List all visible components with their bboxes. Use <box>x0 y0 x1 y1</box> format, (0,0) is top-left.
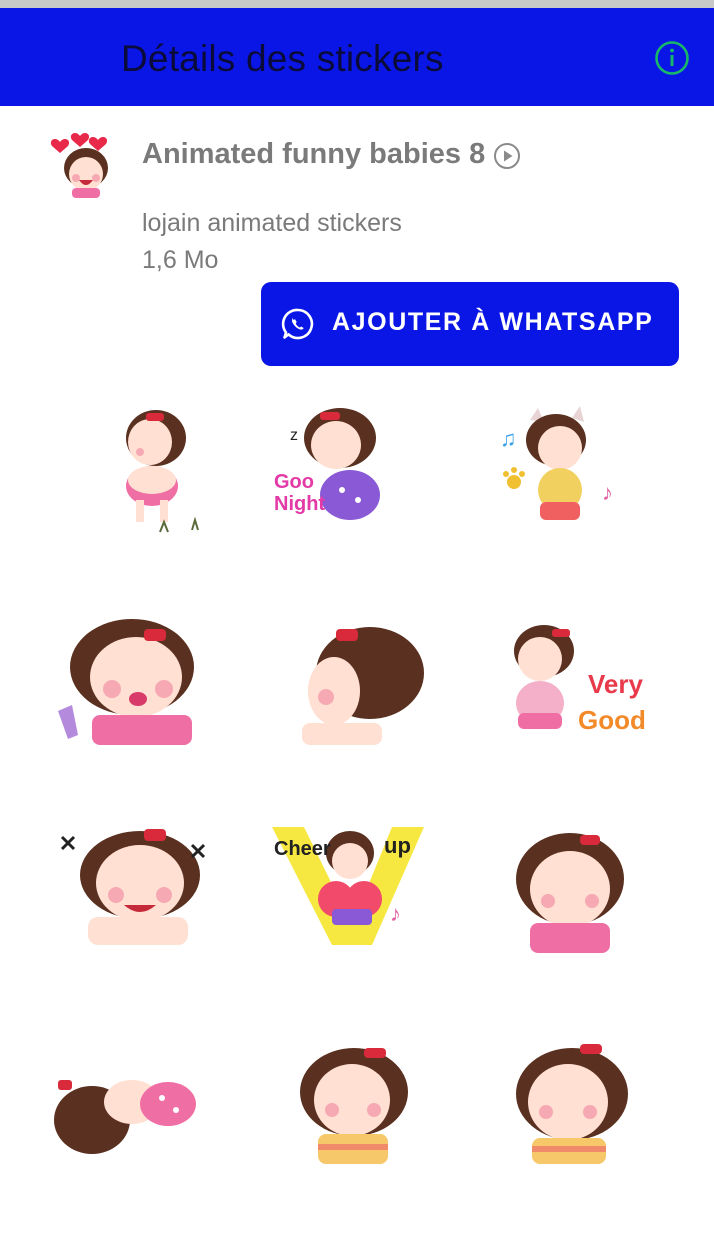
sticker-2[interactable]: Goo Night z <box>270 390 440 560</box>
whatsapp-icon <box>281 307 315 341</box>
pack-title: Animated funny babies 8 <box>142 138 486 170</box>
sticker-10[interactable] <box>52 1040 222 1210</box>
svg-text:♫: ♫ <box>500 426 517 451</box>
page-title: Détails des stickers <box>121 38 444 79</box>
pack-publisher: lojain animated stickers <box>142 209 402 237</box>
svg-text:Cheer: Cheer <box>274 838 331 860</box>
add-to-whatsapp-label: AJOUTER À WHATSAPP <box>332 308 654 336</box>
svg-text:z: z <box>290 427 298 444</box>
sticker-11[interactable] <box>292 1040 462 1210</box>
app-bar: Détails des stickers <box>0 8 714 106</box>
add-to-whatsapp-button[interactable]: AJOUTER À WHATSAPP <box>261 282 679 366</box>
sticker-12[interactable] <box>508 1040 678 1210</box>
svg-text:♪: ♪ <box>390 901 401 926</box>
sticker-6[interactable]: Very Good <box>490 615 660 785</box>
sticker-8[interactable]: Cheer up ♪ <box>272 825 442 995</box>
svg-text:Goo: Goo <box>274 471 314 493</box>
info-icon[interactable] <box>654 40 690 76</box>
pack-tray-icon <box>46 130 118 198</box>
pack-size: 1,6 Mo <box>142 246 219 274</box>
status-strip <box>0 0 714 8</box>
sticker-1[interactable] <box>76 390 246 560</box>
svg-text:Night: Night <box>274 493 325 515</box>
svg-text:up: up <box>384 833 411 858</box>
sticker-5[interactable] <box>282 615 452 785</box>
play-circle-icon <box>493 142 521 170</box>
svg-text:♪: ♪ <box>602 480 613 505</box>
sticker-9[interactable] <box>492 825 662 995</box>
sticker-3[interactable]: ♫ ♪ <box>494 390 664 560</box>
sticker-7[interactable] <box>52 825 222 995</box>
svg-text:Very: Very <box>588 669 643 699</box>
sticker-4[interactable] <box>52 615 222 785</box>
svg-text:Good: Good <box>578 705 646 735</box>
